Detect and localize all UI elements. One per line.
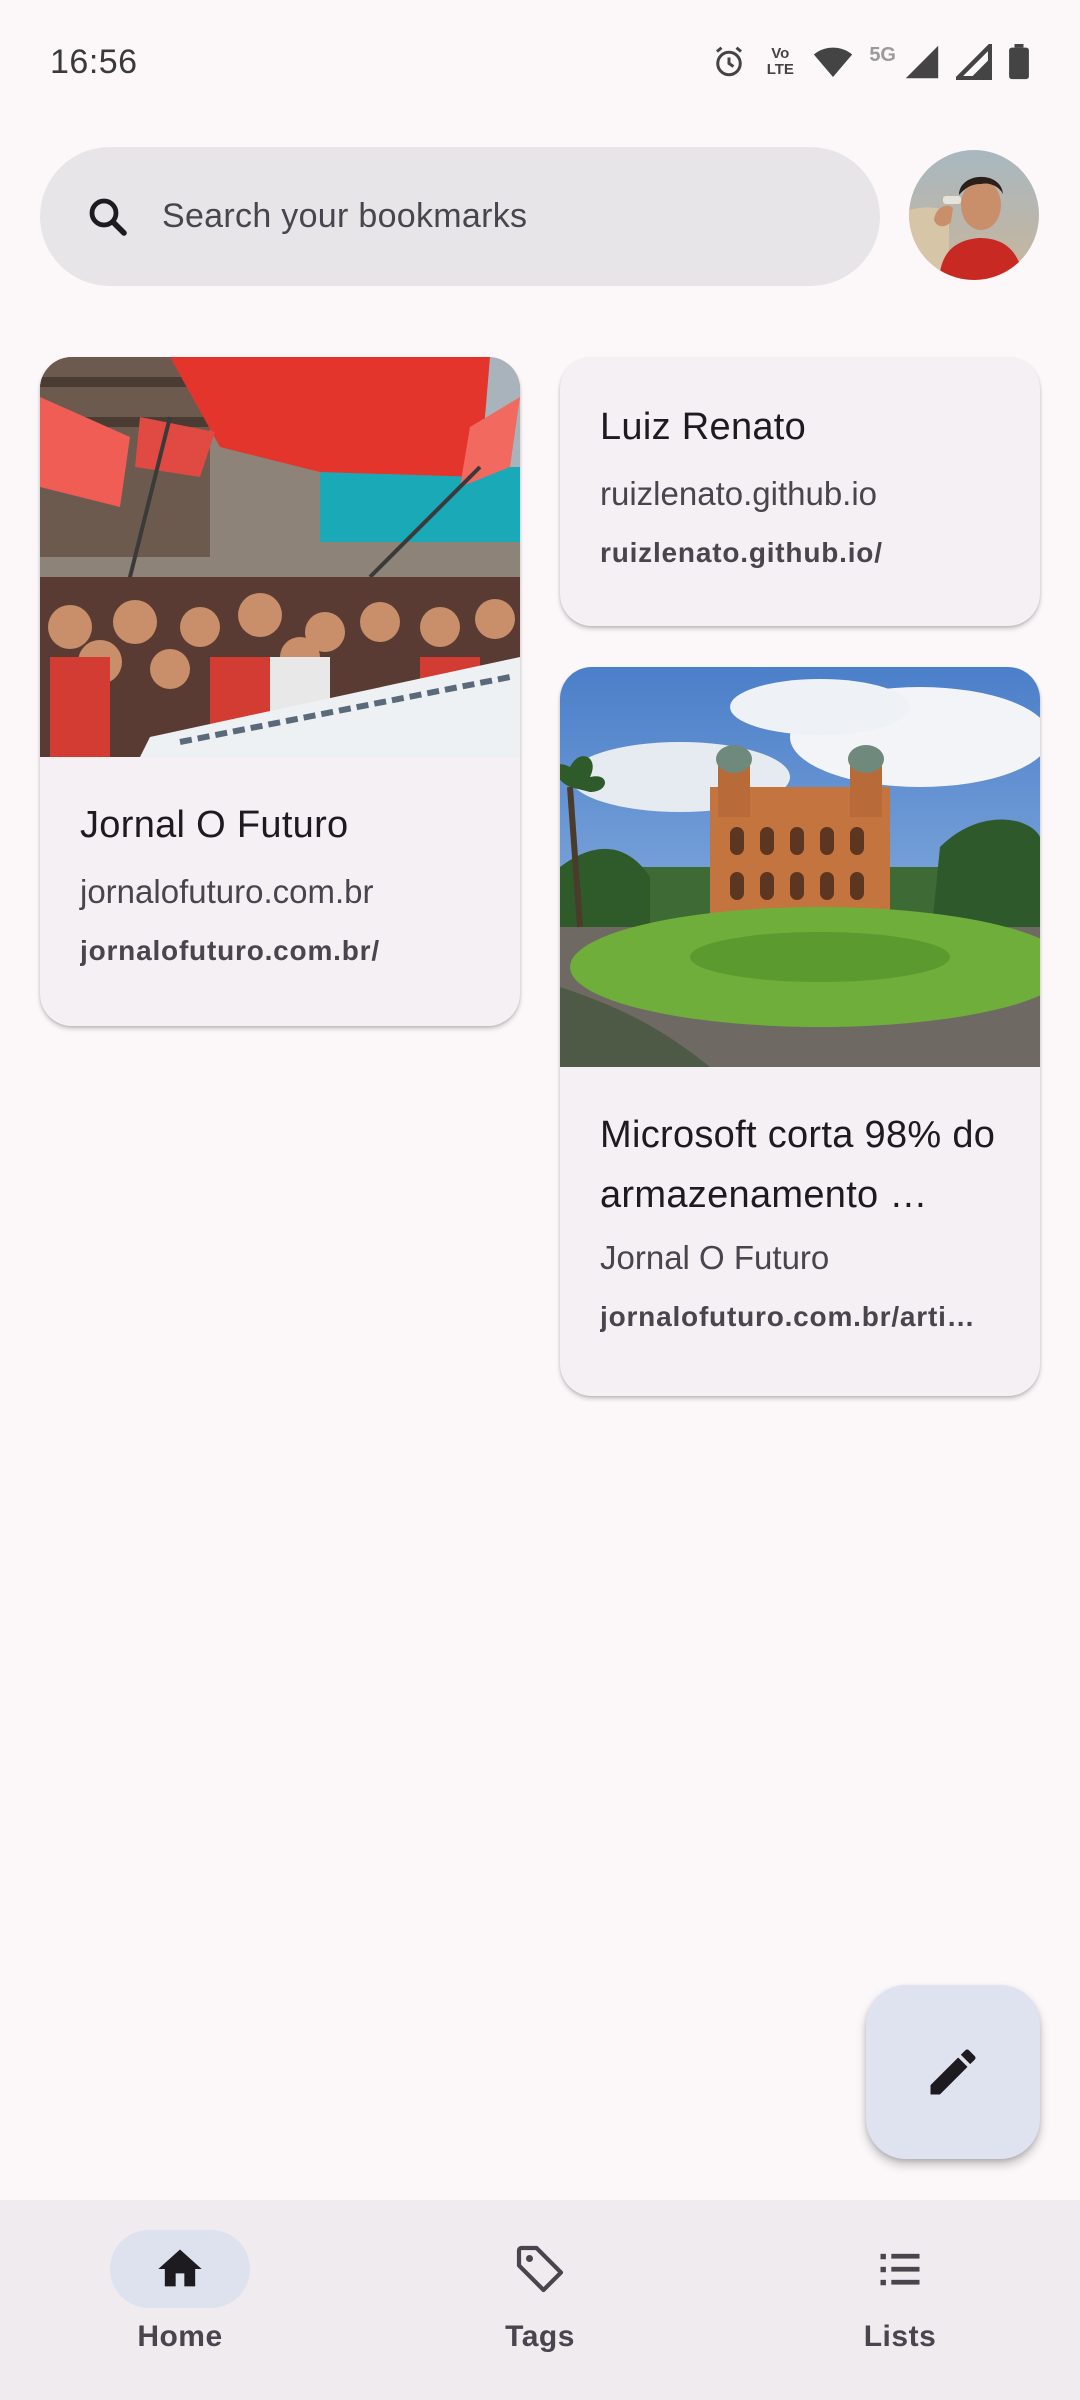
signal-icon — [956, 44, 992, 80]
bookmark-title: Jornal O Futuro — [80, 804, 349, 846]
wifi-icon — [814, 47, 853, 77]
bookmark-subtitle: Jornal O Futuro — [600, 1239, 830, 1276]
nav-home[interactable]: Home — [0, 2200, 360, 2400]
nav-tags-indicator — [470, 2230, 610, 2308]
search-bar[interactable]: Search your bookmarks — [40, 147, 880, 286]
bookmark-body: Luiz Renato ruizlenato.github.io ruizlen… — [560, 357, 1040, 573]
edit-fab-button[interactable] — [866, 1985, 1040, 2159]
search-input[interactable]: Search your bookmarks — [162, 197, 527, 236]
battery-icon — [1009, 44, 1029, 80]
nav-tags-label: Tags — [505, 2320, 575, 2353]
nav-lists-label: Lists — [863, 2320, 937, 2353]
edit-icon — [930, 2049, 976, 2095]
bookmark-subtitle: jornalofuturo.com.br — [80, 873, 374, 910]
bookmark-url: ruizlenato.github.io/ — [600, 537, 883, 568]
bookmark-image — [560, 667, 1040, 1067]
status-bar: 16:56 Vo LTE 5G — [0, 0, 1080, 124]
bookmark-url: jornalofuturo.com.br/arti… — [600, 1301, 976, 1332]
volte-icon: Vo LTE — [766, 45, 794, 78]
bookmark-title: Microsoft corta 98% do armazenamento … — [600, 1114, 996, 1216]
bookmark-card[interactable]: Microsoft corta 98% do armazenamento … J… — [560, 667, 1040, 1396]
bottom-navigation: Home Tags Lists — [0, 2200, 1080, 2400]
alarm-icon — [716, 46, 743, 77]
nav-tags[interactable]: Tags — [360, 2200, 720, 2400]
avatar[interactable] — [909, 150, 1039, 280]
bookmark-title: Luiz Renato — [600, 406, 807, 448]
status-time: 16:56 — [50, 42, 138, 81]
bookmark-image — [40, 357, 520, 757]
nav-lists-indicator — [830, 2230, 970, 2308]
5g-icon: 5G — [869, 43, 896, 66]
bookmark-card[interactable]: Luiz Renato ruizlenato.github.io ruizlen… — [560, 357, 1040, 626]
nav-home-label: Home — [137, 2320, 223, 2353]
bookmark-body: Microsoft corta 98% do armazenamento … J… — [560, 1067, 1040, 1337]
nav-lists[interactable]: Lists — [720, 2200, 1080, 2400]
nav-home-indicator — [110, 2230, 250, 2308]
bookmark-url: jornalofuturo.com.br/ — [80, 935, 380, 966]
search-icon — [89, 198, 127, 236]
signal-icon — [905, 45, 939, 79]
tag-icon — [516, 2245, 564, 2293]
bookmark-subtitle: ruizlenato.github.io — [600, 475, 878, 512]
list-icon — [880, 2253, 920, 2286]
home-icon — [158, 2249, 202, 2287]
bookmark-body: Jornal O Futuro jornalofuturo.com.br jor… — [40, 757, 520, 971]
status-icons: Vo LTE 5G — [711, 44, 1030, 80]
bookmark-card[interactable]: Jornal O Futuro jornalofuturo.com.br jor… — [40, 357, 520, 1026]
